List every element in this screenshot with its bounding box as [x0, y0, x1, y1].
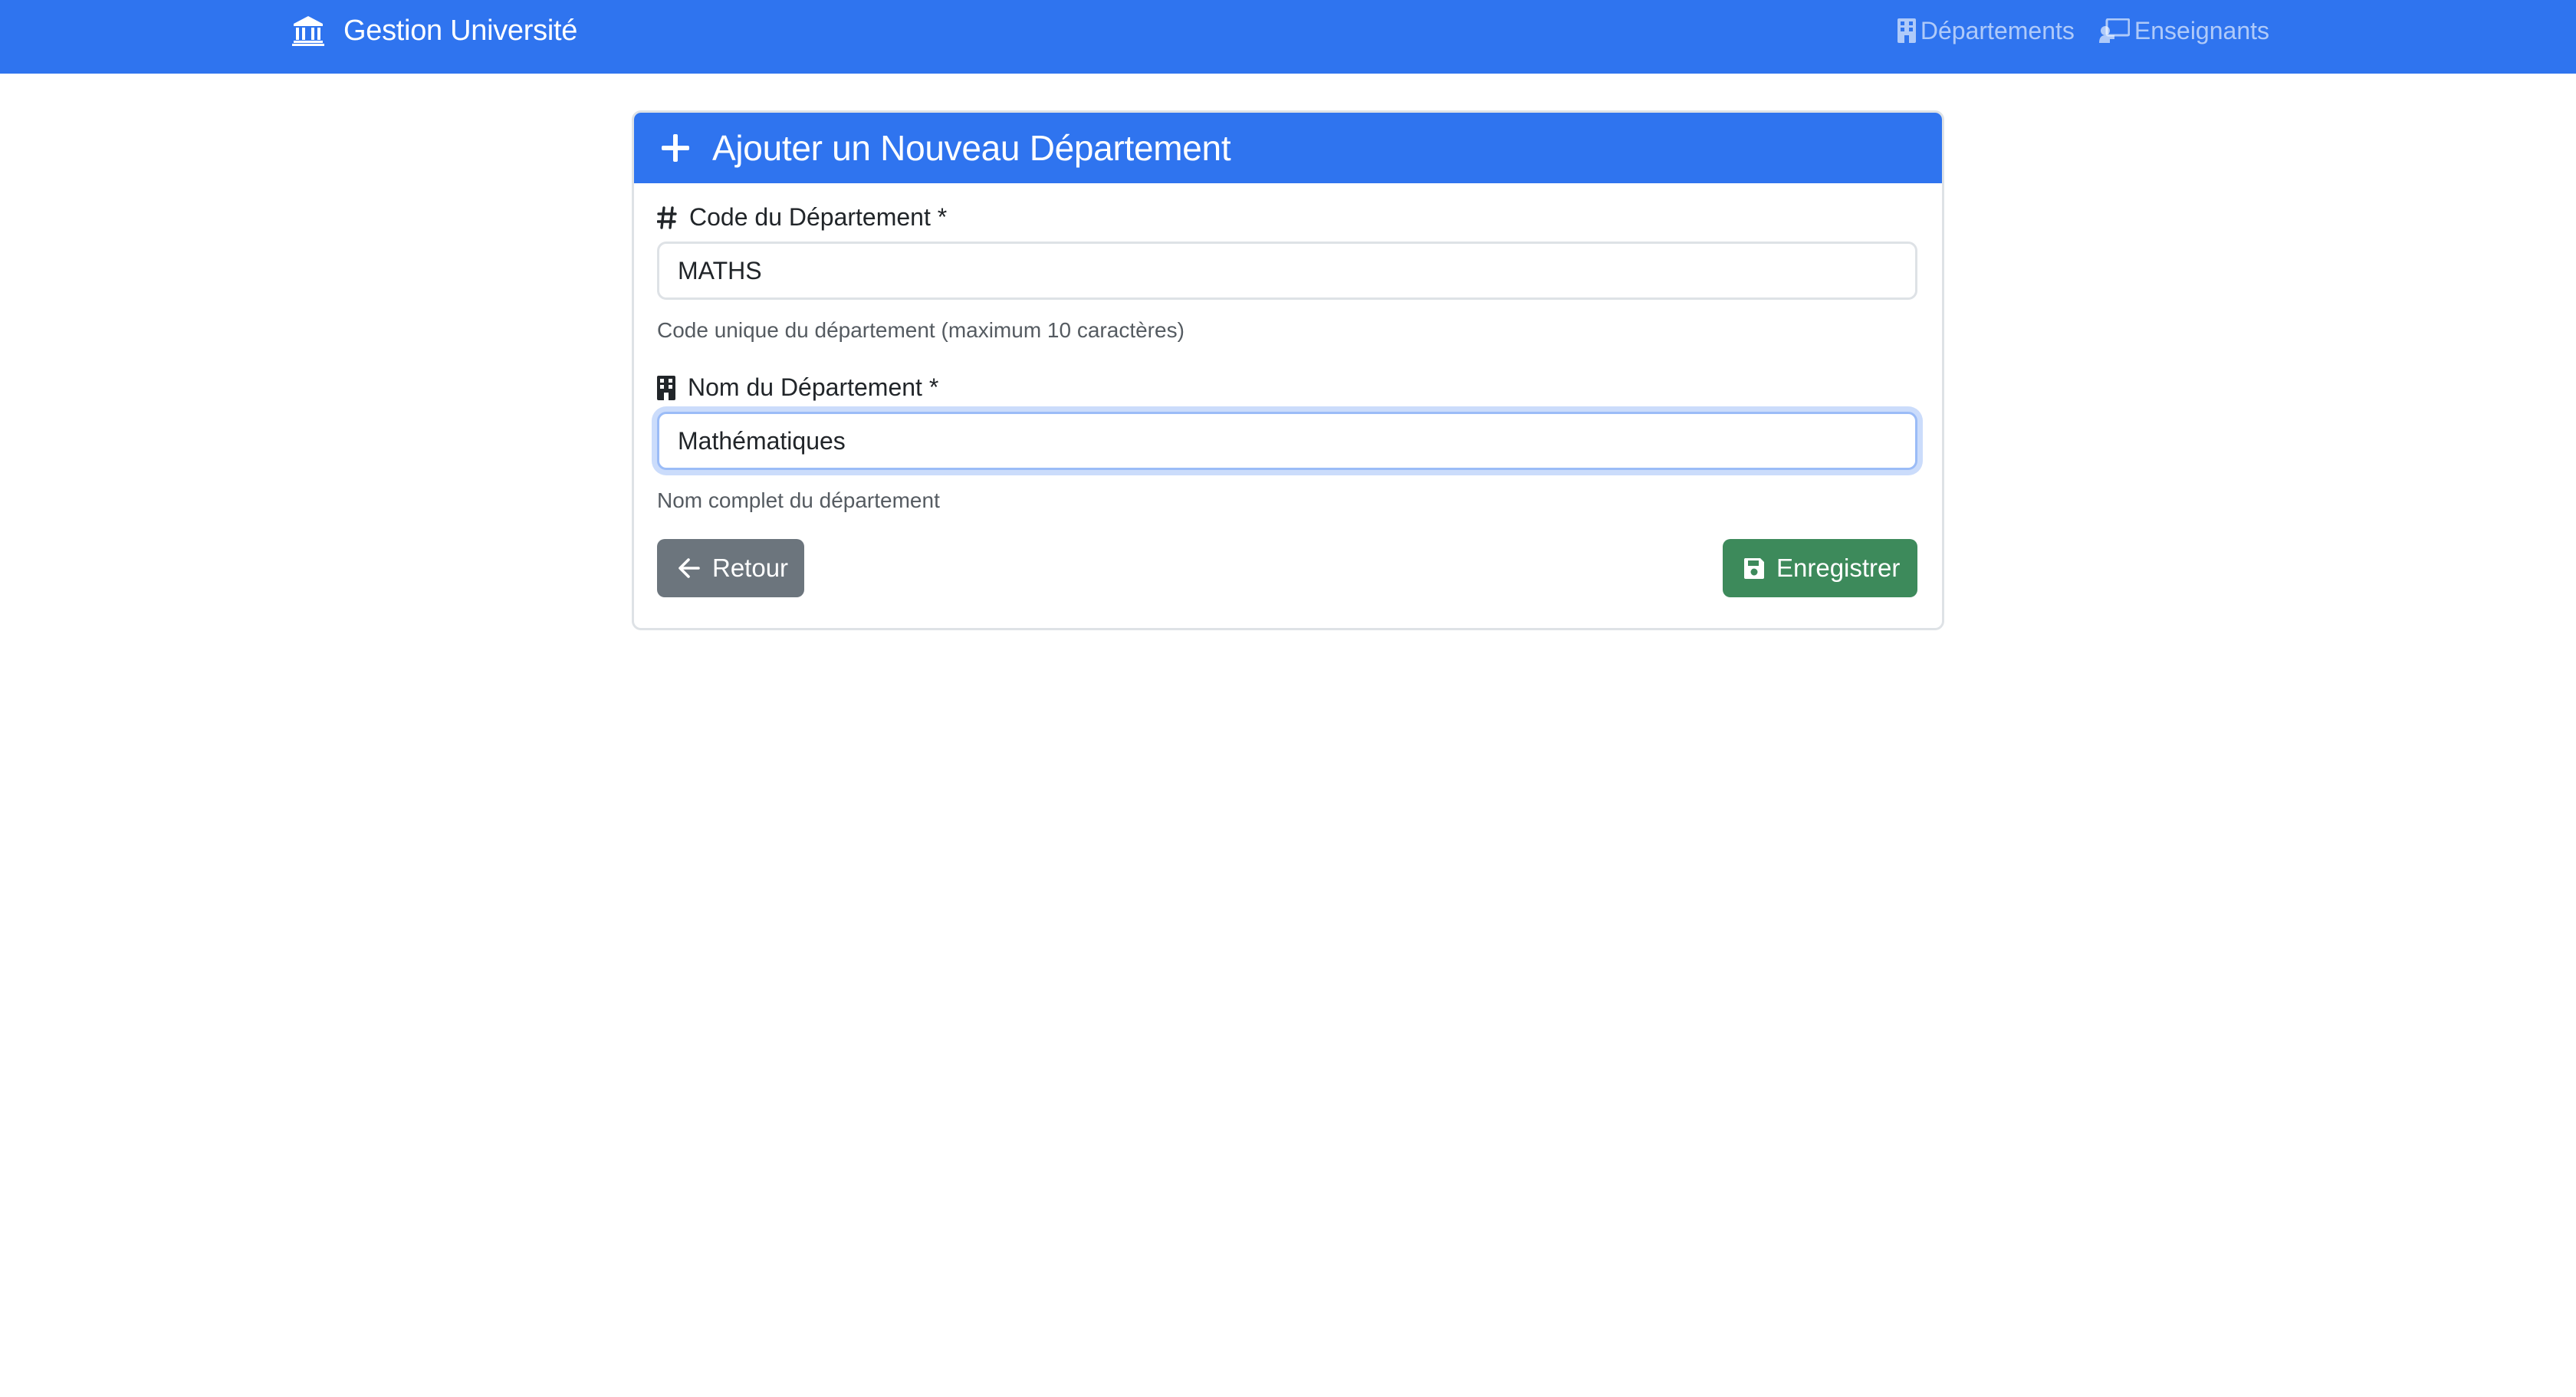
building-icon [1897, 18, 1916, 43]
nav-link-departements-label: Départements [1920, 16, 2075, 44]
save-button-label: Enregistrer [1776, 554, 1901, 582]
nav-link-enseignants-label: Enseignants [2134, 16, 2269, 44]
nav-link-departements[interactable]: Départements [1897, 16, 2075, 45]
floppy-disk-icon [1743, 557, 1766, 580]
arrow-left-icon [677, 556, 702, 580]
navbar-brand[interactable]: Gestion Université [291, 0, 577, 61]
save-button[interactable]: Enregistrer [1723, 539, 1917, 597]
brand-title: Gestion Université [343, 14, 578, 47]
navbar-links: Départements Enseignants [1873, 0, 2269, 61]
back-button-label: Retour [712, 554, 789, 582]
code-help-text: Code unique du département (maximum 10 c… [657, 318, 1184, 342]
back-button[interactable]: Retour [657, 539, 804, 597]
add-department-card: Ajouter un Nouveau Département Code du D… [632, 110, 1944, 630]
top-navbar: Gestion Université Départements Enseigna… [0, 0, 2576, 74]
building-icon [657, 375, 675, 400]
name-help-text: Nom complet du département [657, 488, 940, 512]
name-field-label-text: Nom du Département * [688, 373, 939, 401]
nav-link-enseignants[interactable]: Enseignants [2098, 16, 2269, 45]
code-field-label: Code du Département * [657, 203, 947, 232]
name-field-label: Nom du Département * [657, 373, 938, 402]
code-field-label-text: Code du Département * [689, 203, 948, 231]
card-header: Ajouter un Nouveau Département [634, 113, 1942, 183]
teacher-board-icon [2098, 18, 2130, 43]
hash-icon [657, 205, 677, 229]
university-building-icon [291, 14, 325, 48]
plus-icon [659, 131, 692, 165]
department-code-input[interactable] [657, 242, 1917, 300]
department-name-input[interactable] [657, 412, 1917, 470]
card-title: Ajouter un Nouveau Département [712, 128, 1231, 168]
